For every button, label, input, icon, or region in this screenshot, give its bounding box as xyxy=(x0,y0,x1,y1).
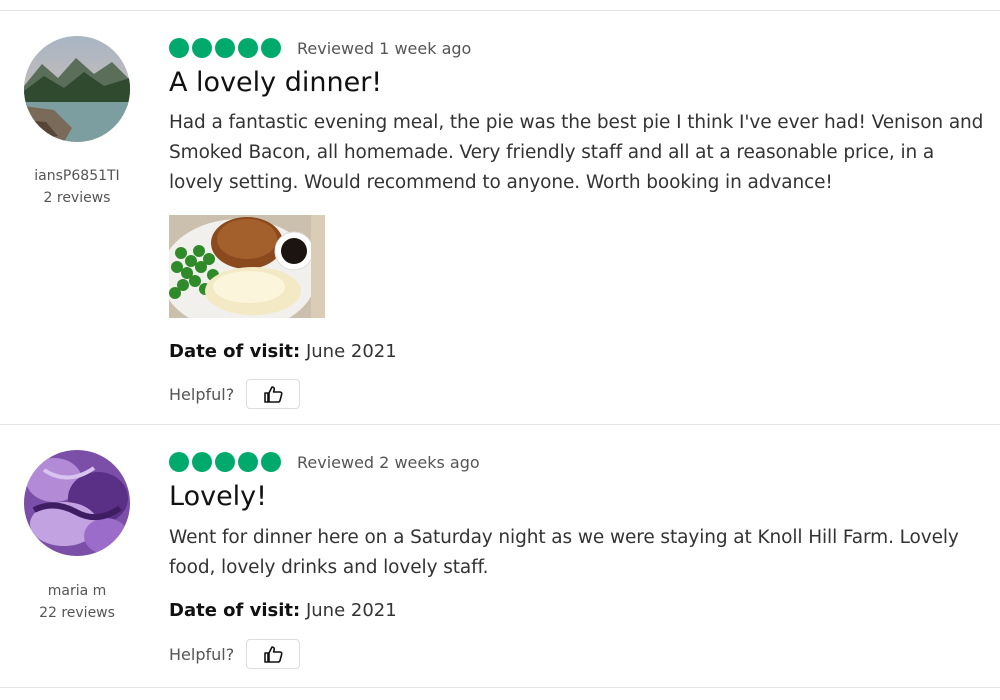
avatar[interactable] xyxy=(24,36,130,142)
reviewer-name[interactable]: maria m xyxy=(0,580,154,602)
rating-bubble-icon xyxy=(192,452,212,472)
rating-bubble-icon xyxy=(215,452,235,472)
date-of-visit-value: June 2021 xyxy=(305,600,397,621)
review-title[interactable]: Lovely! xyxy=(169,481,267,512)
review-body: Went for dinner here on a Saturday night… xyxy=(169,527,959,578)
review-body: Had a fantastic evening meal, the pie wa… xyxy=(169,112,984,193)
thumbs-up-icon xyxy=(264,386,283,403)
helpful-section: Helpful? xyxy=(169,379,301,409)
reviewer-name[interactable]: iansP6851TI xyxy=(0,165,154,187)
avatar[interactable] xyxy=(24,450,130,556)
reviewer-review-count: 22 reviews xyxy=(39,605,115,621)
rating-bubble-icon xyxy=(238,38,258,58)
review-title[interactable]: A lovely dinner! xyxy=(169,67,382,98)
review-date: Reviewed 2 weeks ago xyxy=(297,452,480,472)
reviewer-review-count: 2 reviews xyxy=(43,190,111,206)
rating-bubble-icon xyxy=(215,38,235,58)
date-of-visit-label: Date of visit: xyxy=(169,600,301,621)
date-of-visit: Date of visit: June 2021 xyxy=(169,341,397,362)
rating-bubble-icon xyxy=(192,38,212,58)
rating-bubble-icon xyxy=(169,38,189,58)
review-card: iansP6851TI 2 reviews Reviewed 1 week ag… xyxy=(0,10,1000,425)
rating-bubble-icon xyxy=(238,452,258,472)
rating-bubble-icon xyxy=(261,452,281,472)
thumbs-up-icon xyxy=(264,646,283,663)
date-of-visit: Date of visit: June 2021 xyxy=(169,600,397,621)
helpful-label: Helpful? xyxy=(169,644,235,664)
rating-bubble-icon xyxy=(261,38,281,58)
reviewer-info: iansP6851TI 2 reviews xyxy=(0,165,154,209)
helpful-button[interactable] xyxy=(246,379,301,409)
date-of-visit-value: June 2021 xyxy=(305,341,397,362)
rating: Reviewed 2 weeks ago xyxy=(169,452,480,472)
reviewer-info: maria m 22 reviews xyxy=(0,580,154,624)
date-of-visit-label: Date of visit: xyxy=(169,341,301,362)
rating-bubble-icon xyxy=(169,452,189,472)
helpful-section: Helpful? xyxy=(169,639,301,669)
review-photo[interactable] xyxy=(169,215,325,318)
rating: Reviewed 1 week ago xyxy=(169,38,471,58)
review-card: maria m 22 reviews Reviewed 2 weeks ago … xyxy=(0,424,1000,688)
review-date: Reviewed 1 week ago xyxy=(297,38,472,58)
helpful-button[interactable] xyxy=(246,639,301,669)
helpful-label: Helpful? xyxy=(169,384,235,404)
